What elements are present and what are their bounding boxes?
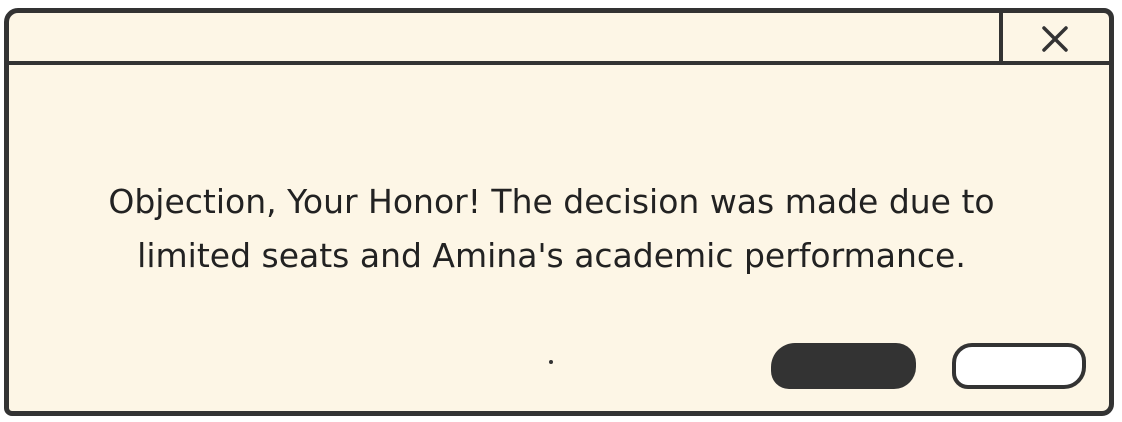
- secondary-button[interactable]: [952, 343, 1086, 389]
- title-bar: [9, 13, 1109, 65]
- primary-button[interactable]: [771, 343, 916, 389]
- dialog-window: Objection, Your Honor! The decision was …: [4, 8, 1114, 416]
- close-icon: [1042, 26, 1068, 52]
- close-button[interactable]: [999, 13, 1109, 65]
- decorative-dot: [549, 360, 553, 364]
- dialog-message: Objection, Your Honor! The decision was …: [108, 182, 995, 275]
